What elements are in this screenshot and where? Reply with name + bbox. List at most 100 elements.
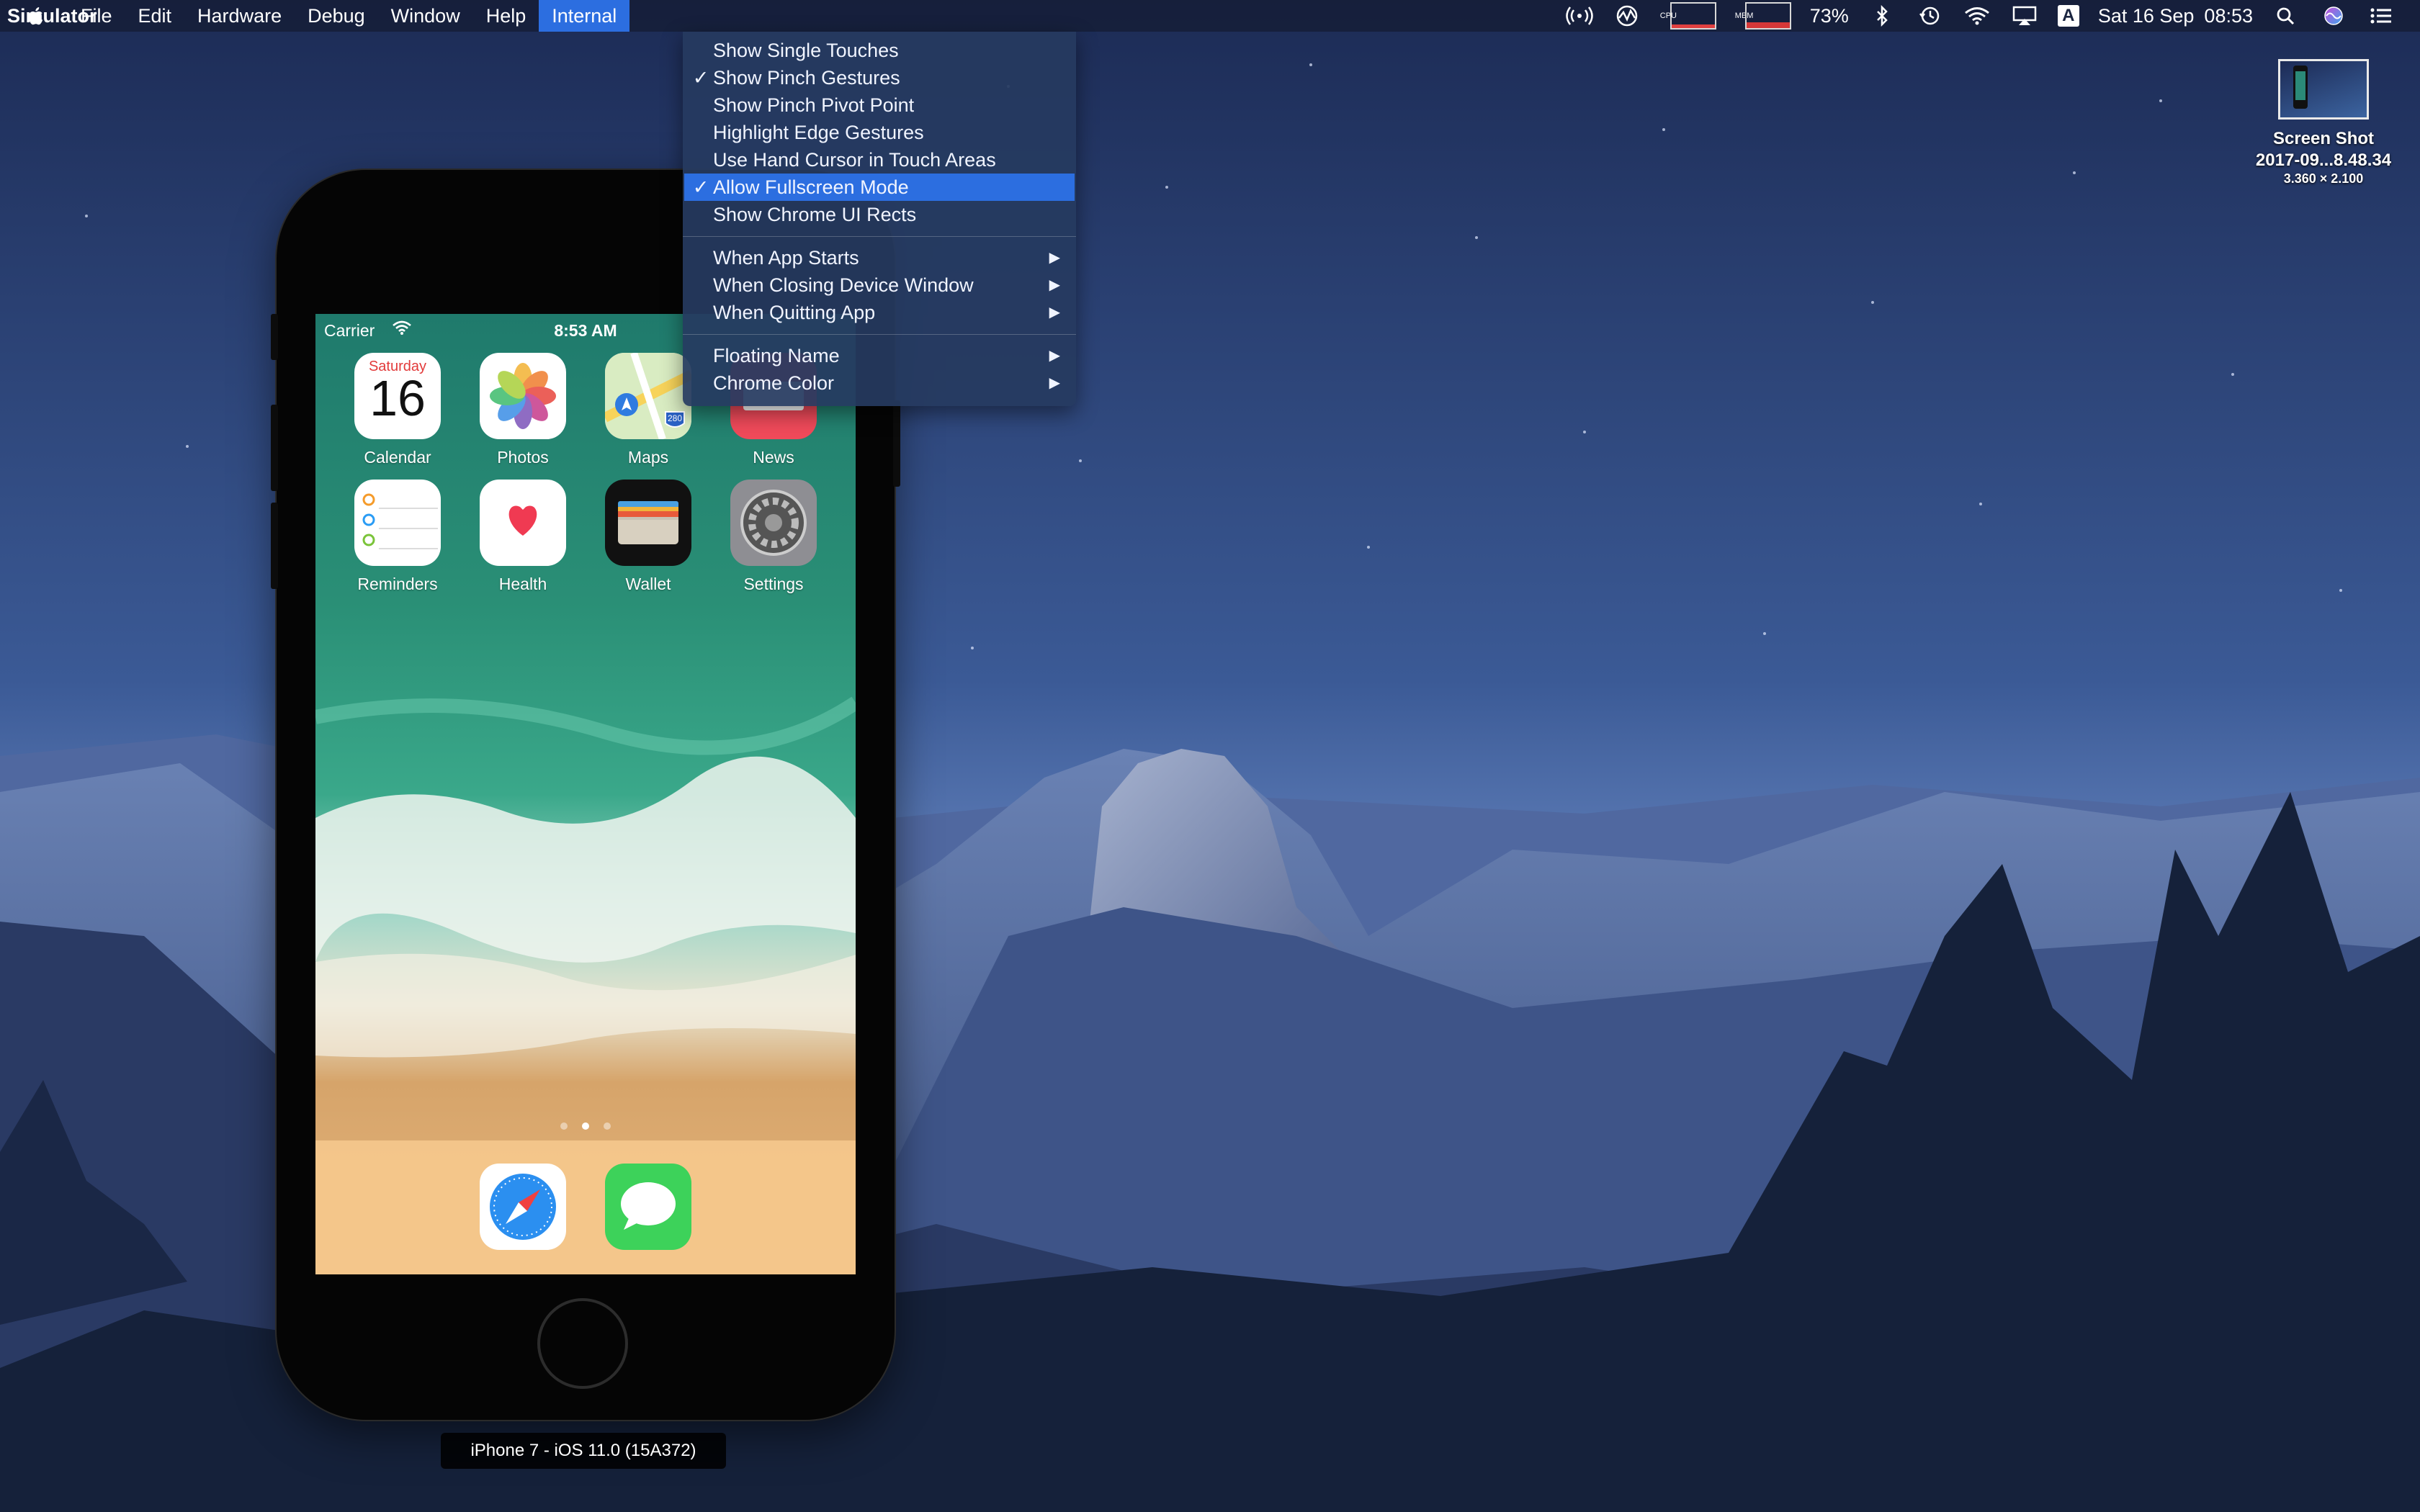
messages-icon bbox=[605, 1164, 691, 1250]
page-dot-current[interactable] bbox=[582, 1122, 589, 1130]
menu-item-label: Show Single Touches bbox=[713, 40, 899, 61]
input-source-indicator[interactable]: A bbox=[2057, 5, 2079, 27]
menu-app-name[interactable]: Simulator bbox=[0, 0, 107, 32]
volume-up-button[interactable] bbox=[271, 405, 278, 491]
app-label: Settings bbox=[743, 575, 804, 593]
desktop-file-screenshot[interactable]: Screen Shot 2017-09...8.48.34 3.360 × 2.… bbox=[2240, 59, 2407, 186]
menu-item-label: Floating Name bbox=[713, 345, 840, 366]
app-messages[interactable] bbox=[605, 1164, 691, 1250]
settings-icon bbox=[730, 480, 817, 566]
menu-show-pinch-pivot-point[interactable]: Show Pinch Pivot Point bbox=[683, 91, 1076, 119]
menu-use-hand-cursor[interactable]: Use Hand Cursor in Touch Areas bbox=[683, 146, 1076, 174]
spotlight-icon[interactable] bbox=[2272, 5, 2300, 27]
maps-icon: 280 bbox=[605, 353, 691, 439]
app-label: Wallet bbox=[625, 575, 671, 593]
airplay-icon[interactable] bbox=[2010, 5, 2039, 27]
menu-chrome-color[interactable]: Chrome Color ▶ bbox=[683, 369, 1076, 397]
menu-when-app-starts[interactable]: When App Starts ▶ bbox=[683, 244, 1076, 271]
notification-center-icon[interactable] bbox=[2367, 5, 2396, 27]
app-settings[interactable]: Settings bbox=[730, 480, 817, 594]
checkmark-icon: ✓ bbox=[692, 176, 709, 198]
menu-allow-fullscreen-mode[interactable]: ✓ Allow Fullscreen Mode bbox=[684, 174, 1075, 201]
calendar-icon: Saturday 16 bbox=[354, 353, 441, 439]
mute-switch[interactable] bbox=[271, 314, 278, 360]
menu-hardware[interactable]: Hardware bbox=[184, 0, 295, 32]
menu-show-chrome-ui-rects[interactable]: Show Chrome UI Rects bbox=[683, 201, 1076, 228]
submenu-arrow-icon: ▶ bbox=[1049, 277, 1060, 293]
checkmark-icon: ✓ bbox=[692, 67, 709, 89]
broadcast-icon[interactable] bbox=[1565, 5, 1594, 27]
safari-icon bbox=[480, 1164, 566, 1250]
submenu-arrow-icon: ▶ bbox=[1049, 348, 1060, 364]
menu-item-label: When App Starts bbox=[713, 247, 859, 269]
app-label: Photos bbox=[497, 448, 549, 467]
menu-item-label: Allow Fullscreen Mode bbox=[713, 176, 909, 198]
app-maps[interactable]: 280 Maps bbox=[605, 353, 691, 467]
submenu-arrow-icon: ▶ bbox=[1049, 375, 1060, 391]
menu-debug[interactable]: Debug bbox=[295, 0, 378, 32]
menu-item-label: Show Pinch Pivot Point bbox=[713, 94, 915, 116]
app-health[interactable]: Health bbox=[480, 480, 566, 594]
app-label: News bbox=[753, 448, 794, 467]
clock-display[interactable]: 08:53 bbox=[2204, 5, 2253, 27]
menu-window[interactable]: Window bbox=[378, 0, 473, 32]
activity-icon[interactable] bbox=[1613, 5, 1641, 27]
bluetooth-icon[interactable] bbox=[1868, 5, 1896, 27]
time-machine-icon[interactable] bbox=[1915, 5, 1944, 27]
device-name-caption: iPhone 7 - iOS 11.0 (15A372) bbox=[441, 1433, 726, 1469]
menu-bar: Simulator File Edit Hardware Debug Windo… bbox=[0, 0, 2420, 32]
menu-help[interactable]: Help bbox=[473, 0, 539, 32]
menu-when-quitting-app[interactable]: When Quitting App ▶ bbox=[683, 299, 1076, 326]
cpu-label: CPU bbox=[1659, 11, 1677, 20]
screenshot-thumbnail bbox=[2278, 59, 2369, 120]
menu-item-label: When Quitting App bbox=[713, 302, 876, 323]
wallet-icon bbox=[605, 480, 691, 566]
menu-edit[interactable]: Edit bbox=[125, 0, 185, 32]
page-indicator[interactable] bbox=[315, 1120, 856, 1133]
app-label: Reminders bbox=[357, 575, 438, 593]
battery-percent[interactable]: 73% bbox=[1810, 5, 1849, 27]
menu-item-label: Chrome Color bbox=[713, 372, 835, 394]
home-button[interactable] bbox=[537, 1298, 628, 1389]
reminders-icon bbox=[354, 480, 441, 566]
file-name-line2: 2017-09...8.48.34 bbox=[2255, 150, 2392, 170]
health-icon bbox=[480, 480, 566, 566]
memory-meter[interactable] bbox=[1744, 2, 1791, 30]
cpu-meter[interactable] bbox=[1670, 2, 1716, 30]
menu-item-label: Use Hand Cursor in Touch Areas bbox=[713, 149, 996, 171]
date-display[interactable]: Sat 16 Sep bbox=[2098, 5, 2195, 27]
calendar-date: 16 bbox=[369, 370, 426, 426]
app-label: Maps bbox=[627, 448, 669, 467]
app-photos[interactable]: Photos bbox=[480, 353, 566, 467]
menu-separator bbox=[683, 236, 1076, 237]
file-dimensions: 3.360 × 2.100 bbox=[2283, 171, 2364, 186]
app-wallet[interactable]: Wallet bbox=[605, 480, 691, 594]
menu-internal[interactable]: Internal bbox=[539, 0, 630, 32]
app-safari[interactable] bbox=[480, 1164, 566, 1250]
app-reminders[interactable]: Reminders bbox=[354, 480, 441, 594]
menu-show-single-touches[interactable]: Show Single Touches bbox=[683, 37, 1076, 64]
wifi-icon[interactable] bbox=[1963, 5, 1991, 27]
menu-show-pinch-gestures[interactable]: ✓ Show Pinch Gestures bbox=[683, 64, 1076, 91]
menu-separator bbox=[683, 334, 1076, 335]
menu-item-label: When Closing Device Window bbox=[713, 274, 974, 296]
internal-menu-dropdown: Show Single Touches ✓ Show Pinch Gesture… bbox=[683, 32, 1076, 406]
menu-highlight-edge-gestures[interactable]: Highlight Edge Gestures bbox=[683, 119, 1076, 146]
maps-badge: 280 bbox=[668, 413, 682, 423]
menu-item-label: Highlight Edge Gestures bbox=[713, 122, 924, 143]
app-label: Calendar bbox=[364, 448, 431, 467]
menu-when-closing-device-window[interactable]: When Closing Device Window ▶ bbox=[683, 271, 1076, 299]
menu-floating-name[interactable]: Floating Name ▶ bbox=[683, 342, 1076, 369]
page-dot[interactable] bbox=[604, 1122, 611, 1130]
submenu-arrow-icon: ▶ bbox=[1049, 305, 1060, 320]
volume-down-button[interactable] bbox=[271, 503, 278, 589]
submenu-arrow-icon: ▶ bbox=[1049, 250, 1060, 266]
siri-icon[interactable] bbox=[2319, 5, 2348, 27]
photos-icon bbox=[480, 353, 566, 439]
status-menus: CPU MEM 73% A Sat 16 Sep 08:53 bbox=[1565, 0, 2420, 32]
power-button[interactable] bbox=[893, 400, 900, 487]
device-screen[interactable]: Carrier 8:53 AM Saturday 16 Calendar Pho… bbox=[315, 314, 856, 1274]
app-calendar[interactable]: Saturday 16 Calendar bbox=[354, 353, 441, 467]
page-dot[interactable] bbox=[560, 1122, 568, 1130]
file-name-line1: Screen Shot bbox=[2272, 129, 2375, 148]
